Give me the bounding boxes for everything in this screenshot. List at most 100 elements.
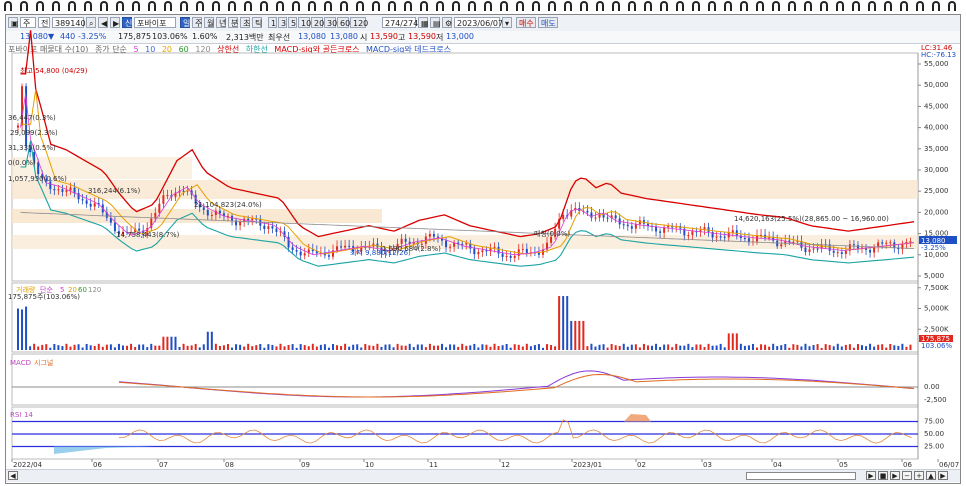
candle-body xyxy=(630,226,633,229)
macd-axis-label: -2,500 xyxy=(924,396,947,404)
volume-bar xyxy=(174,336,177,350)
volume-bar xyxy=(590,343,593,350)
binder-ring-icon xyxy=(372,1,380,11)
volume-bar xyxy=(202,344,205,350)
volume-bar xyxy=(259,344,262,350)
annotation-4: 0(0.0%) xyxy=(8,159,36,167)
candle-body xyxy=(873,247,876,253)
volume-bar xyxy=(691,347,694,350)
volume-bar xyxy=(816,344,819,350)
volume-bar xyxy=(331,343,334,350)
candle-body xyxy=(776,240,779,247)
candle-body xyxy=(57,189,60,191)
volume-bar xyxy=(622,343,625,350)
chart-scrollbar[interactable]: ◀ ▶ ■ ▶ − + ▲ ▶ xyxy=(6,469,960,482)
binder-ring-icon xyxy=(52,1,60,11)
upper-band-line xyxy=(20,30,915,238)
volume-bar xyxy=(683,345,686,350)
macd-line xyxy=(118,370,915,398)
volume-bar xyxy=(707,343,710,350)
time-axis-label: 06 xyxy=(903,461,912,469)
candle-body xyxy=(525,248,528,253)
volume-bar xyxy=(780,345,783,350)
rsi-period: 14 xyxy=(24,411,33,419)
time-axis-label: 04 xyxy=(773,461,782,469)
volume-bar xyxy=(550,344,553,350)
volume-bar xyxy=(477,347,480,350)
volume-bar xyxy=(465,345,468,350)
volume-bar xyxy=(182,343,185,350)
candle-body xyxy=(816,248,819,250)
zoom-out-icon[interactable]: − xyxy=(902,471,912,480)
candle-body xyxy=(691,231,694,236)
volume-bar xyxy=(263,347,266,350)
binder-ring-icon xyxy=(404,1,412,11)
time-axis-label: 05 xyxy=(839,461,848,469)
price-axis-label: 40,000 xyxy=(924,124,949,132)
volume-bar xyxy=(295,347,298,350)
volume-bar xyxy=(73,344,76,350)
panel-frame-1 xyxy=(11,282,919,353)
volume-bar xyxy=(889,343,892,350)
price-axis-label: 25,000 xyxy=(924,187,949,195)
scroll-thumb[interactable] xyxy=(746,472,856,480)
volume-bar xyxy=(162,336,165,350)
volume-bar xyxy=(17,308,19,350)
volume-bar xyxy=(49,347,52,350)
volume-bar xyxy=(533,345,536,350)
binder-ring-icon xyxy=(36,1,44,11)
zoom-in-icon[interactable]: + xyxy=(914,471,924,480)
binder-ring-icon xyxy=(676,1,684,11)
candle-body xyxy=(687,235,690,237)
stop-icon[interactable]: ■ xyxy=(878,471,888,480)
volume-bar xyxy=(844,344,847,350)
fit-icon[interactable]: ▲ xyxy=(926,471,936,480)
candle-body xyxy=(61,189,64,192)
volume-bar xyxy=(384,344,387,350)
volume-bar xyxy=(97,343,100,350)
volume-bar xyxy=(255,345,258,350)
candle-body xyxy=(162,195,165,204)
volume-bar xyxy=(150,343,153,350)
volume-bar xyxy=(279,343,282,350)
volume-bar xyxy=(134,347,137,350)
volume-bar xyxy=(861,345,864,350)
volume-bar xyxy=(218,345,221,350)
scroll-right-icon[interactable]: ▶ xyxy=(938,471,948,480)
binder-ring-icon xyxy=(388,1,396,11)
candle-body xyxy=(723,236,726,238)
candle-body xyxy=(844,250,847,254)
step-icon[interactable]: ▶ xyxy=(890,471,900,480)
candle-body xyxy=(634,224,637,229)
candle-body xyxy=(37,162,40,175)
volume-bar xyxy=(146,347,149,350)
candle-body xyxy=(909,241,912,243)
play-icon[interactable]: ▶ xyxy=(866,471,876,480)
volume-bar xyxy=(675,343,678,350)
volume-bar xyxy=(380,346,383,350)
volume-bar xyxy=(117,343,120,350)
volume-bar xyxy=(130,343,133,350)
volume-bar xyxy=(856,344,859,350)
volume-bar xyxy=(546,344,549,350)
volume-bar xyxy=(638,347,641,350)
time-axis-label: 02 xyxy=(637,461,646,469)
volume-bar xyxy=(93,345,96,350)
volume-bar xyxy=(461,343,464,350)
binder-ring-icon xyxy=(756,1,764,11)
volume-bar xyxy=(376,343,379,350)
candle-body xyxy=(743,238,746,240)
binder-ring-icon xyxy=(788,1,796,11)
volume-bar xyxy=(804,343,807,350)
volume-bar xyxy=(190,345,193,350)
candle-body xyxy=(53,189,56,191)
volume-bar xyxy=(687,343,690,350)
volume-bar xyxy=(529,346,532,350)
volume-bar xyxy=(77,344,80,350)
volume-ma120: 120 xyxy=(88,286,101,294)
stock-chart[interactable]: 55,000 50,000 45,000 40,000 35,000 30,000 25,0… xyxy=(6,15,960,469)
scroll-left-icon[interactable]: ◀ xyxy=(8,471,18,480)
volume-bar xyxy=(368,345,371,350)
volume-axis-label: 7,500K xyxy=(924,284,949,292)
annotation-3: 31,335(0.5%) xyxy=(8,144,56,152)
